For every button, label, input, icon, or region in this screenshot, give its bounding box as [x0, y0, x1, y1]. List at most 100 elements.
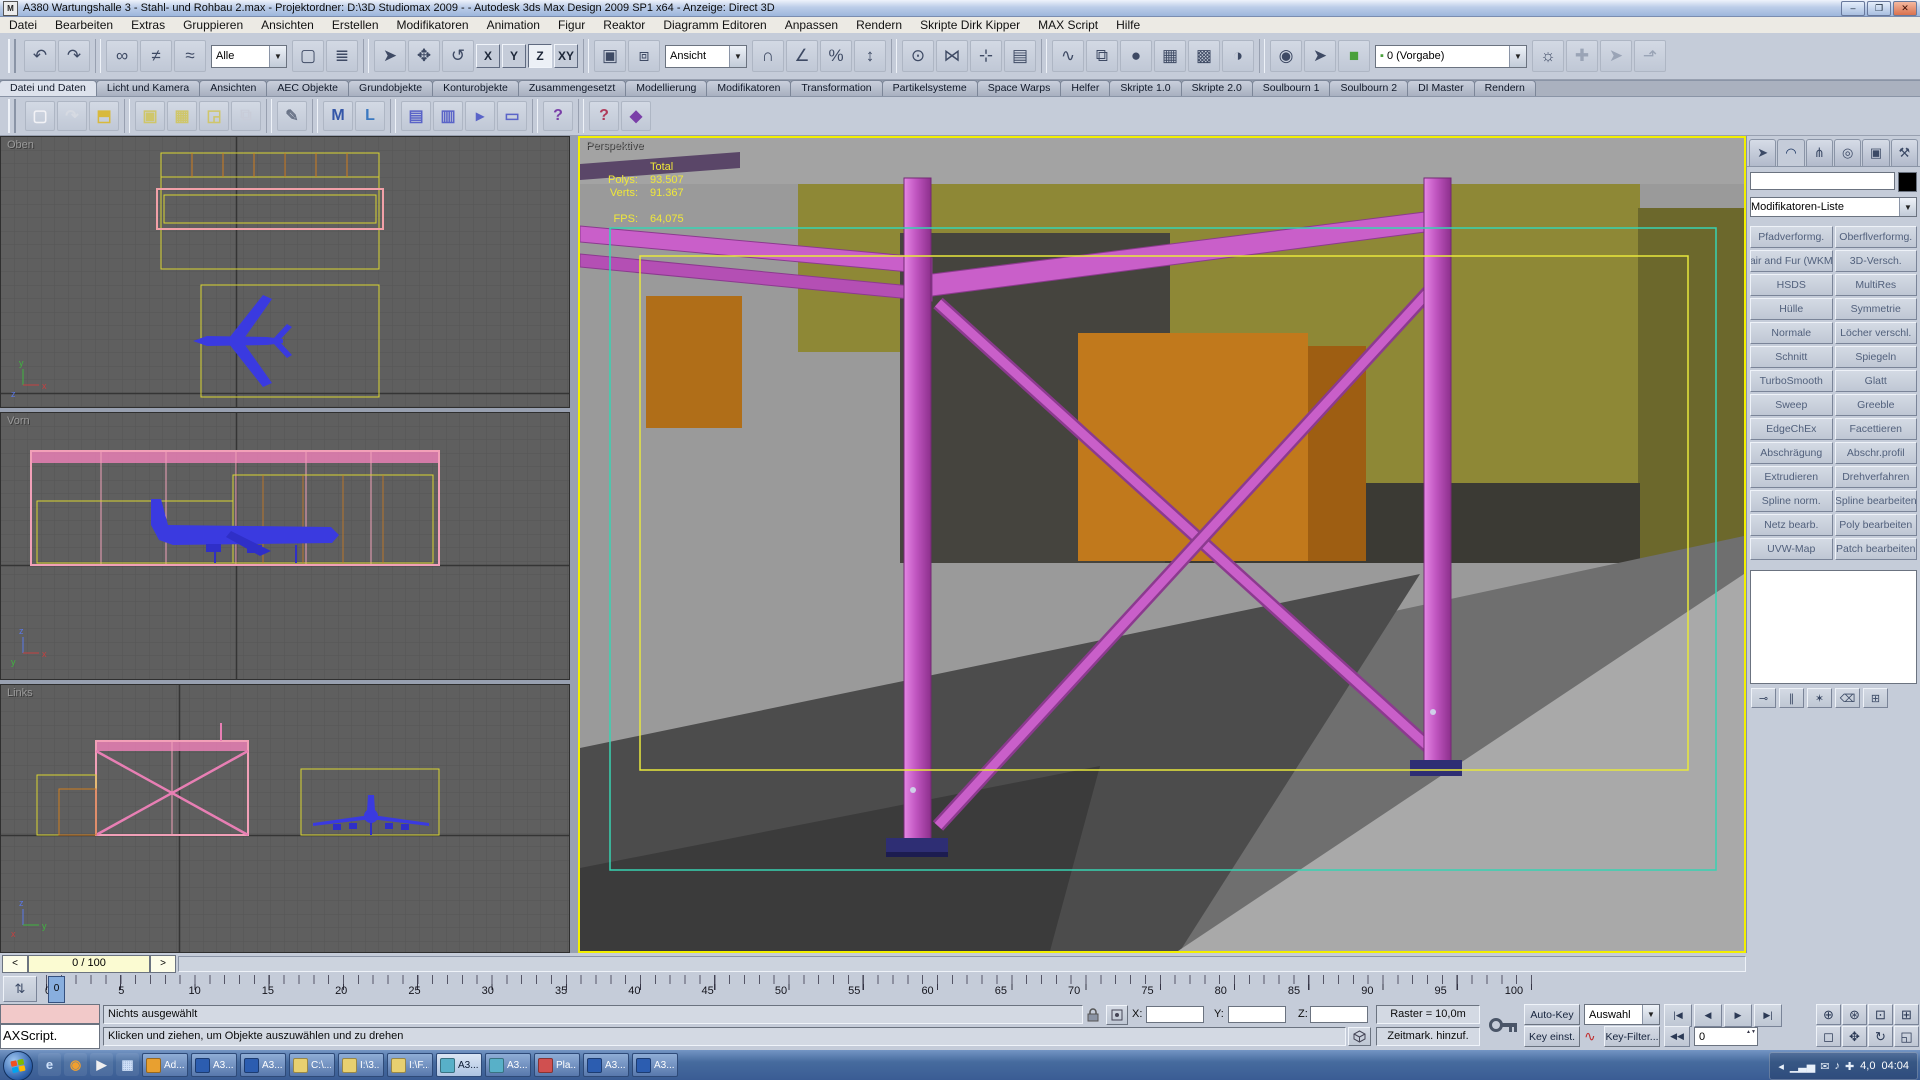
set-key-button[interactable]: Key einst.	[1524, 1026, 1580, 1047]
shelf-tab[interactable]: Skripte 2.0	[1181, 80, 1253, 96]
select-and-link-icon[interactable]: ∞	[106, 40, 138, 72]
shelf-tab[interactable]: Konturobjekte	[432, 80, 519, 96]
chevron-down-icon[interactable]: ▼	[1642, 1005, 1659, 1024]
modifier-button[interactable]: MultiRes	[1835, 274, 1918, 296]
start-button[interactable]	[3, 1051, 33, 1080]
arc-rotate-icon[interactable]: ↻	[1868, 1026, 1893, 1047]
time-spinner[interactable]: ▲▼	[1746, 1029, 1756, 1044]
shape-grayed-icon[interactable]: ⬏	[1634, 40, 1666, 72]
shelf-tab[interactable]: Space Warps	[977, 80, 1062, 96]
modifier-button[interactable]: Poly bearbeiten	[1835, 514, 1918, 536]
modifier-button[interactable]: Normale	[1750, 322, 1833, 344]
maxscript-mini-listener-macro[interactable]	[0, 1004, 100, 1024]
menu-item[interactable]: Animation	[478, 17, 549, 33]
maxscript-editor-icon[interactable]: M	[323, 101, 353, 131]
viewport-left[interactable]: Links	[0, 684, 570, 953]
taskbar-button[interactable]: A3...	[191, 1053, 237, 1077]
taskbar-button[interactable]: A3...	[632, 1053, 678, 1077]
menu-item[interactable]: Diagramm Editoren	[654, 17, 775, 33]
taskbar-button[interactable]: Ad...	[142, 1053, 188, 1077]
activity-graph-icon[interactable]: ▁▃▅	[1790, 1060, 1815, 1073]
open-file-icon[interactable]: ⬒	[89, 101, 119, 131]
reference-coordsys-combo[interactable]: Ansicht ▼	[665, 45, 747, 68]
utilities-tab[interactable]: ⚒	[1891, 139, 1918, 166]
zoom-all-icon[interactable]: ⊛	[1842, 1004, 1867, 1025]
pan-icon[interactable]: ✥	[1842, 1026, 1867, 1047]
modifier-list-dropdown[interactable]: Modifikatoren-Liste ▼	[1750, 197, 1917, 217]
zoom-extents-all-icon[interactable]: ⊞	[1894, 1004, 1919, 1025]
shelf-tab[interactable]: Helfer	[1060, 80, 1110, 96]
modifier-button[interactable]: 3D-Versch.	[1835, 250, 1918, 272]
clear-listener-icon[interactable]: ▭	[497, 101, 527, 131]
modifier-stack-list[interactable]	[1750, 570, 1917, 684]
set-key-icon[interactable]	[1488, 1011, 1520, 1042]
current-time-field[interactable]: 0 ▲▼	[1694, 1027, 1758, 1046]
tutorials-book-icon[interactable]: ?	[589, 101, 619, 131]
shelf-tab[interactable]: DI Master	[1407, 80, 1475, 96]
rendered-frame-icon[interactable]: ▩	[1188, 40, 1220, 72]
taskbar-button[interactable]: A3...	[485, 1053, 531, 1077]
x-coord-field[interactable]	[1146, 1006, 1204, 1023]
viewport-perspective-label[interactable]: Perspektive	[586, 140, 643, 152]
mirror-icon[interactable]: ⋈	[936, 40, 968, 72]
save-selected-icon[interactable]: ⧉	[231, 101, 261, 131]
motion-tab[interactable]: ◎	[1834, 139, 1861, 166]
toolbar-drag-handle[interactable]	[8, 99, 16, 133]
taskbar-button[interactable]: Pla...	[534, 1053, 580, 1077]
material-editor-icon[interactable]: ●	[1120, 40, 1152, 72]
object-name-input[interactable]	[1750, 172, 1895, 190]
y-coord-field[interactable]	[1228, 1006, 1286, 1023]
menu-item[interactable]: Anpassen	[776, 17, 847, 33]
menu-item[interactable]: Ansichten	[252, 17, 323, 33]
maxscript-mini-listener[interactable]: AXScript.	[0, 1024, 100, 1049]
modifier-button[interactable]: HSDS	[1750, 274, 1833, 296]
previous-frame-arrow[interactable]: <	[2, 955, 28, 973]
modifier-button[interactable]: Spline bearbeiten	[1835, 490, 1918, 512]
open-script-icon[interactable]: ▥	[433, 101, 463, 131]
go-to-end-button[interactable]: ▶|	[1754, 1004, 1782, 1027]
keyable-filter-combo[interactable]: Auswahl ▼	[1584, 1004, 1660, 1025]
menu-item[interactable]: Rendern	[847, 17, 911, 33]
menu-item[interactable]: Figur	[549, 17, 594, 33]
save-file-icon[interactable]: ▣	[135, 101, 165, 131]
axis-constraint-button[interactable]: X	[476, 44, 500, 68]
close-button[interactable]: ✕	[1893, 1, 1917, 16]
tray-collapse-icon[interactable]: ◂	[1778, 1060, 1784, 1073]
snap-toggle-3d-icon[interactable]: ∩	[752, 40, 784, 72]
schematic-view-icon[interactable]: ⧉	[1086, 40, 1118, 72]
modifier-button[interactable]: Drehverfahren	[1835, 466, 1918, 488]
rectangular-selection-region-icon[interactable]: ▢	[292, 40, 324, 72]
default-in-out-tangent-icon[interactable]: ∿	[1584, 1028, 1596, 1045]
viewport-left-label[interactable]: Links	[7, 687, 33, 699]
select-and-rotate-icon[interactable]: ↺	[442, 40, 474, 72]
modifier-button[interactable]: TurboSmooth	[1750, 370, 1833, 392]
menu-item[interactable]: Modifikatoren	[388, 17, 478, 33]
modifier-button[interactable]: Schnitt	[1750, 346, 1833, 368]
modifier-button[interactable]: air and Fur (WKM	[1750, 250, 1833, 272]
media-player-icon[interactable]: ▶	[90, 1053, 113, 1076]
next-frame-arrow[interactable]: >	[150, 955, 176, 973]
layer-manager-icon[interactable]: ▤	[1004, 40, 1036, 72]
shelf-tab[interactable]: Skripte 1.0	[1109, 80, 1181, 96]
menu-item[interactable]: Extras	[122, 17, 174, 33]
go-to-start-button[interactable]: |◀	[1664, 1004, 1692, 1027]
percent-snap-icon[interactable]: %	[820, 40, 852, 72]
window-crossing-icon[interactable]: ≣	[326, 40, 358, 72]
shelf-tab[interactable]: Partikelsysteme	[882, 80, 978, 96]
align-icon[interactable]: ⊹	[970, 40, 1002, 72]
menu-item[interactable]: Erstellen	[323, 17, 388, 33]
render-setup-icon[interactable]: ▦	[1154, 40, 1186, 72]
shelf-tab[interactable]: Modifikatoren	[706, 80, 791, 96]
frame-display[interactable]: 0 / 100	[28, 955, 150, 973]
modifier-button[interactable]: Symmetrie	[1835, 298, 1918, 320]
curve-editor-icon[interactable]: ∿	[1052, 40, 1084, 72]
absolute-offset-toggle[interactable]	[1106, 1005, 1128, 1025]
isolate-selection-icon[interactable]: ◉	[1270, 40, 1302, 72]
remove-modifier-icon[interactable]: ⌫	[1835, 688, 1860, 708]
menu-item[interactable]: Gruppieren	[174, 17, 252, 33]
undo-icon[interactable]: ↶	[24, 40, 56, 72]
zoom-region-icon[interactable]: ◻	[1816, 1026, 1841, 1047]
z-coord-field[interactable]	[1310, 1006, 1368, 1023]
menu-item[interactable]: MAX Script	[1029, 17, 1107, 33]
shelf-tab[interactable]: Modellierung	[625, 80, 707, 96]
